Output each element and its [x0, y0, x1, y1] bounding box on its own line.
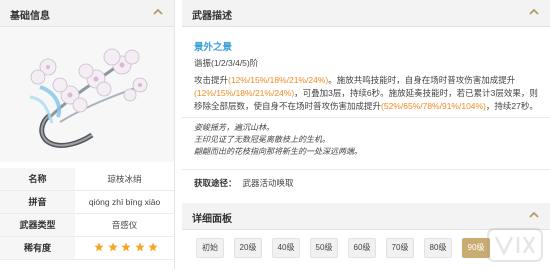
watermark-logo-icon	[487, 228, 543, 262]
info-key: 武器类型	[0, 214, 75, 236]
collapse-chevron-icon[interactable]	[150, 4, 166, 20]
weapon-desc-title: 武器描述	[192, 11, 232, 22]
passive-name: 景外之景	[194, 42, 233, 53]
level-tab-70[interactable]: 70级	[386, 238, 414, 258]
star-icon	[134, 242, 145, 252]
acquire-source: 获取途径： 武器活动唤取	[194, 177, 294, 189]
story-line: 姿峻摇芳，遍沉山林。	[194, 123, 274, 132]
info-key: 稀有度	[0, 237, 75, 259]
star-icon	[148, 242, 158, 252]
basic-info-header: 基础信息	[0, 0, 174, 27]
effect-value: (12%/15%/18%/21%/24%)	[228, 75, 329, 85]
divider	[182, 117, 550, 118]
level-tab-initial[interactable]: 初始	[196, 238, 224, 258]
weapon-desc-panel: 武器描述 景外之景 谐振(1/2/3/4/5)阶 攻击提升(12%/15%/18…	[182, 0, 550, 269]
info-key: 名称	[0, 168, 75, 190]
collapse-chevron-icon[interactable]	[526, 4, 542, 20]
story-line: 翩翩而出的花枝指向那将新生的一处深远两端。	[194, 147, 362, 156]
info-value: 音感仪	[111, 220, 138, 230]
effect-text: 。施放共鸣技能时，自身在场时普攻伤害加成提升	[328, 75, 516, 85]
story-line: 王印见证了无数冠冕离散枝上的生机。	[194, 135, 330, 144]
weapon-image	[0, 27, 174, 162]
basic-info-title: 基础信息	[10, 11, 50, 22]
info-value: qióng zhī bīng xiāo	[88, 197, 161, 207]
level-tab-60[interactable]: 60级	[348, 238, 376, 258]
effect-text: ，持续27秒。	[485, 101, 538, 111]
rarity-stars	[94, 242, 159, 254]
level-tab-80[interactable]: 80级	[424, 238, 452, 258]
info-row-name: 名称 琼枝冰绡	[0, 168, 174, 191]
star-icon	[94, 242, 104, 252]
info-row-weapon-type: 武器类型 音感仪	[0, 214, 174, 237]
divider	[182, 169, 550, 170]
info-row-pinyin: 拼音 qióng zhī bīng xiāo	[0, 191, 174, 214]
collapse-chevron-icon[interactable]	[526, 207, 542, 223]
level-tab-40[interactable]: 40级	[272, 238, 300, 258]
source-label: 获取途径：	[194, 178, 237, 188]
source-value: 武器活动唤取	[242, 178, 294, 188]
effect-value: (12%/15%/18%/21%/24%)	[194, 88, 295, 98]
refine-levels: 谐振(1/2/3/4/5)阶	[194, 58, 259, 68]
info-key: 拼音	[0, 191, 75, 213]
level-tab-50[interactable]: 50级	[310, 238, 338, 258]
weapon-desc-header: 武器描述	[182, 0, 550, 27]
basic-info-panel: 基础信息 名称 琼枝冰绡 拼音 qióng zhī bīng xiāo 武器类型…	[0, 0, 175, 269]
star-icon	[107, 242, 118, 252]
info-value: 琼枝冰绡	[107, 174, 142, 184]
info-row-rarity: 稀有度	[0, 237, 174, 260]
star-icon	[121, 242, 131, 252]
level-tab-20[interactable]: 20级	[234, 238, 262, 258]
effect-value: (52%/65%/78%/91%/104%)	[381, 101, 486, 111]
info-table: 名称 琼枝冰绡 拼音 qióng zhī bīng xiāo 武器类型 音感仪 …	[0, 168, 174, 260]
passive-effect-text: 攻击提升(12%/15%/18%/21%/24%)。施放共鸣技能时，自身在场时普…	[194, 74, 544, 113]
weapon-story: 姿峻摇芳，遍沉山林。 王印见证了无数冠冕离散枝上的生机。 翩翩而出的花枝指向那将…	[194, 122, 544, 158]
detail-panel-title: 详细面板	[192, 214, 232, 225]
effect-text: 攻击提升	[194, 75, 229, 85]
